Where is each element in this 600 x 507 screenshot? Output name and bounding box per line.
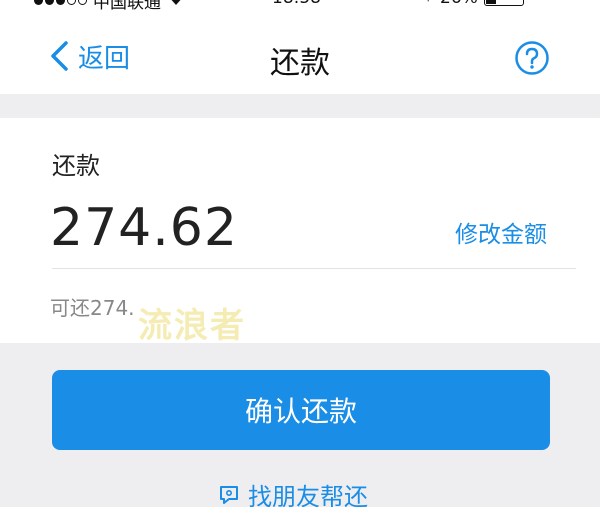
action-area: 确认还款 找朋友帮还	[0, 343, 600, 507]
divider	[52, 268, 576, 269]
help-button[interactable]	[514, 40, 550, 76]
navigation-bar: 返回 还款	[0, 12, 600, 94]
carrier-name: 中国联通	[93, 0, 161, 12]
battery-percent: 26%	[440, 0, 478, 8]
ask-friend-button[interactable]: 找朋友帮还	[218, 477, 368, 507]
ask-friend-label: 找朋友帮还	[248, 483, 368, 507]
wifi-icon	[167, 0, 185, 11]
modify-amount-link[interactable]: 修改金额	[455, 215, 547, 249]
page-title: 还款	[270, 46, 330, 81]
watermark: 流浪者	[138, 306, 246, 346]
confirm-repayment-button[interactable]: 确认还款	[52, 370, 550, 450]
repayment-label: 还款	[52, 152, 100, 180]
status-bar: 中国联通 18:58 26%	[0, 0, 600, 12]
help-circle-icon	[515, 41, 549, 75]
location-icon	[420, 0, 434, 8]
section-gap	[0, 94, 600, 118]
available-amount-text: 可还274.	[50, 296, 135, 320]
repayment-amount: 274.62	[50, 198, 238, 258]
chat-bubble-icon	[220, 485, 238, 504]
battery-icon	[483, 0, 524, 6]
status-time: 18:58	[272, 0, 321, 8]
repayment-card: 还款 274.62 修改金额 可还274. 流浪者	[0, 118, 600, 346]
signal-strength-icon	[34, 0, 87, 5]
